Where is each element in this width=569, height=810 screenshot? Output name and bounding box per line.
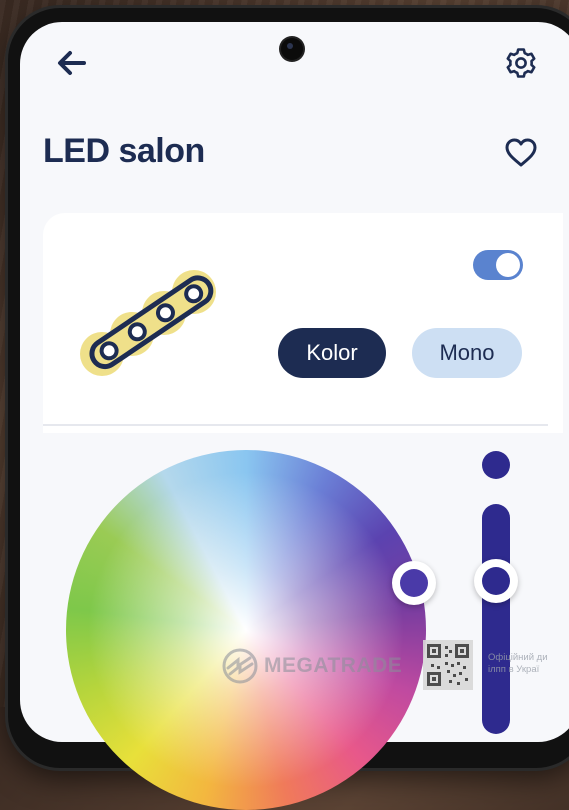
selected-color-swatch xyxy=(400,569,428,597)
brightness-handle-core xyxy=(482,567,510,595)
heart-icon xyxy=(505,138,537,167)
gear-icon xyxy=(506,48,536,78)
watermark-caption: Офіційний ди ілпп в Украї xyxy=(488,652,569,676)
led-strip-icon xyxy=(80,270,216,376)
qr-code xyxy=(423,640,473,690)
watermark: MEGATRADE xyxy=(222,646,402,686)
watermark-caption-line1: Офіційний ди xyxy=(488,652,548,663)
front-camera xyxy=(281,38,303,60)
megatrade-logo-icon xyxy=(222,648,258,684)
power-toggle[interactable] xyxy=(473,250,523,280)
brightness-slider-handle[interactable] xyxy=(474,559,518,603)
mode-mono-button[interactable]: Mono xyxy=(412,328,522,378)
brightness-slider[interactable] xyxy=(482,504,510,734)
color-wheel-handle[interactable] xyxy=(392,561,436,605)
back-button[interactable] xyxy=(54,46,88,80)
favorite-button[interactable] xyxy=(504,136,538,170)
page-title: LED salon xyxy=(43,132,205,170)
section-divider xyxy=(43,424,548,426)
watermark-caption-line2: ілпп в Украї xyxy=(488,664,540,675)
toggle-knob xyxy=(496,253,520,277)
mode-kolor-button[interactable]: Kolor xyxy=(278,328,386,378)
color-wheel[interactable] xyxy=(66,450,426,810)
settings-button[interactable] xyxy=(504,46,538,80)
brightness-max-dot[interactable] xyxy=(482,451,510,479)
arrow-left-icon xyxy=(58,51,86,75)
watermark-brand: MEGATRADE xyxy=(264,654,403,677)
